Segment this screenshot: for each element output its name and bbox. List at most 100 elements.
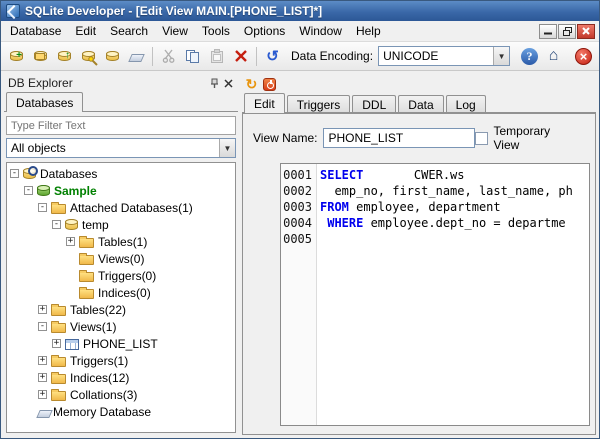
code-line: 0001 SELECT CWER.ws — [281, 167, 589, 183]
objects-combobox[interactable]: All objects ▼ — [6, 138, 236, 158]
restore-button[interactable] — [558, 23, 576, 39]
tree-item-collations[interactable]: + Collations(3) — [7, 386, 235, 403]
eraser-icon — [36, 409, 53, 418]
home-icon — [549, 48, 559, 64]
code-line: 0002 emp_no, first_name, last_name, ph — [281, 183, 589, 199]
erase-button[interactable] — [125, 45, 148, 68]
menu-tools[interactable]: Tools — [195, 22, 237, 40]
menu-view[interactable]: View — [155, 22, 195, 40]
tree-item-sample[interactable]: - Sample — [7, 182, 235, 199]
view-name-input[interactable] — [323, 128, 476, 148]
expander-icon[interactable]: + — [38, 373, 47, 382]
tree-item-temp-views[interactable]: Views(0) — [7, 250, 235, 267]
minimize-button[interactable] — [539, 23, 557, 39]
menu-search[interactable]: Search — [103, 22, 155, 40]
tab-data[interactable]: Data — [398, 95, 444, 112]
menu-options[interactable]: Options — [237, 22, 292, 40]
power-icon — [263, 77, 276, 91]
tree-item-temp-indices[interactable]: Indices(0) — [7, 284, 235, 301]
erase-icon — [127, 54, 145, 62]
expander-icon[interactable]: + — [38, 356, 47, 365]
menu-window[interactable]: Window — [292, 22, 349, 40]
delete-button[interactable] — [229, 45, 252, 68]
expander-icon[interactable]: + — [38, 305, 47, 314]
menubar: Database Edit Search View Tools Options … — [1, 21, 599, 42]
temporary-view-checkbox[interactable] — [475, 131, 489, 145]
chevron-down-icon[interactable]: ▼ — [493, 47, 510, 65]
tab-ddl[interactable]: DDL — [352, 95, 397, 112]
copy-button[interactable] — [181, 45, 204, 68]
panel-close-button[interactable] — [221, 76, 235, 90]
tree-item-label: Collations(3) — [70, 387, 138, 402]
pin-button[interactable] — [207, 76, 221, 90]
tree-item-attached-databases[interactable]: - Attached Databases(1) — [7, 199, 235, 216]
folder-icon — [51, 304, 66, 316]
expander-icon[interactable]: + — [38, 390, 47, 399]
cut-button[interactable] — [157, 45, 180, 68]
main-area: DB Explorer Databases Type Filter Text A… — [1, 71, 599, 438]
encoding-combobox[interactable]: UNICODE ▼ — [378, 46, 511, 66]
new-database-button[interactable] — [5, 45, 28, 68]
expander-icon[interactable]: + — [52, 339, 61, 348]
sql-editor[interactable]: 0001 SELECT CWER.ws 0002 emp_no, first_n… — [280, 163, 590, 426]
folder-icon — [51, 321, 66, 333]
stop-icon — [575, 47, 592, 65]
tree-item-databases[interactable]: - Databases — [7, 165, 235, 182]
open-database-button[interactable] — [29, 45, 52, 68]
menu-help[interactable]: Help — [349, 22, 388, 40]
expander-icon[interactable]: - — [52, 220, 61, 229]
tree-item-triggers[interactable]: + Triggers(1) — [7, 352, 235, 369]
stop-button[interactable] — [572, 45, 595, 68]
home-button[interactable] — [542, 45, 565, 68]
tab-log[interactable]: Log — [445, 95, 486, 112]
database-key-button[interactable] — [77, 45, 100, 68]
refresh-button[interactable] — [244, 77, 259, 92]
editor-tabs: Edit Triggers DDL Data Log — [242, 93, 596, 113]
code-text: FROM employee, department — [320, 200, 501, 214]
help-button[interactable] — [518, 45, 541, 68]
tree-item-memory-database[interactable]: Memory Database — [7, 403, 235, 420]
close-icon — [223, 78, 233, 88]
paste-button[interactable] — [205, 45, 228, 68]
tree-item-indices[interactable]: + Indices(12) — [7, 369, 235, 386]
app-window: SQLite Developer - [Edit View MAIN.[PHON… — [0, 0, 600, 439]
tree-item-label: Sample — [54, 183, 97, 198]
delete-icon — [234, 50, 247, 62]
tree-item-label: Attached Databases(1) — [70, 200, 193, 215]
chevron-down-icon[interactable]: ▼ — [219, 139, 235, 157]
db-explorer-header: DB Explorer — [4, 74, 238, 92]
objects-combobox-value: All objects — [11, 141, 66, 155]
expander-icon[interactable]: - — [24, 186, 33, 195]
tab-triggers[interactable]: Triggers — [286, 95, 351, 112]
history-button[interactable] — [261, 45, 284, 68]
folder-icon — [51, 372, 66, 384]
tab-databases[interactable]: Databases — [6, 92, 84, 112]
tree-item-tables[interactable]: + Tables(22) — [7, 301, 235, 318]
database-button[interactable] — [101, 45, 124, 68]
line-number: 0004 — [283, 216, 312, 230]
tab-edit[interactable]: Edit — [244, 93, 285, 113]
folder-icon — [79, 287, 94, 299]
tree-item-temp-tables[interactable]: + Tables(1) — [7, 233, 235, 250]
encoding-label: Data Encoding: — [291, 49, 374, 63]
pin-icon — [210, 78, 218, 88]
mdi-window-controls — [538, 23, 597, 39]
menu-edit[interactable]: Edit — [68, 22, 103, 40]
folder-icon — [79, 270, 94, 282]
tree-item-temp-triggers[interactable]: Triggers(0) — [7, 267, 235, 284]
tree-item-temp[interactable]: - temp — [7, 216, 235, 233]
expander-icon[interactable]: + — [66, 237, 75, 246]
power-button[interactable] — [262, 77, 277, 92]
expander-icon[interactable]: - — [10, 169, 19, 178]
close-button[interactable] — [577, 23, 595, 39]
tree-item-phone-list[interactable]: + PHONE_LIST — [7, 335, 235, 352]
menu-database[interactable]: Database — [3, 22, 68, 40]
tree-item-label: Databases — [40, 166, 98, 181]
filter-input[interactable] — [6, 116, 236, 135]
expander-icon[interactable]: - — [38, 203, 47, 212]
attach-database-button[interactable] — [53, 45, 76, 68]
expander-icon[interactable]: - — [38, 322, 47, 331]
history-icon — [266, 49, 279, 64]
tree-item-views[interactable]: - Views(1) — [7, 318, 235, 335]
